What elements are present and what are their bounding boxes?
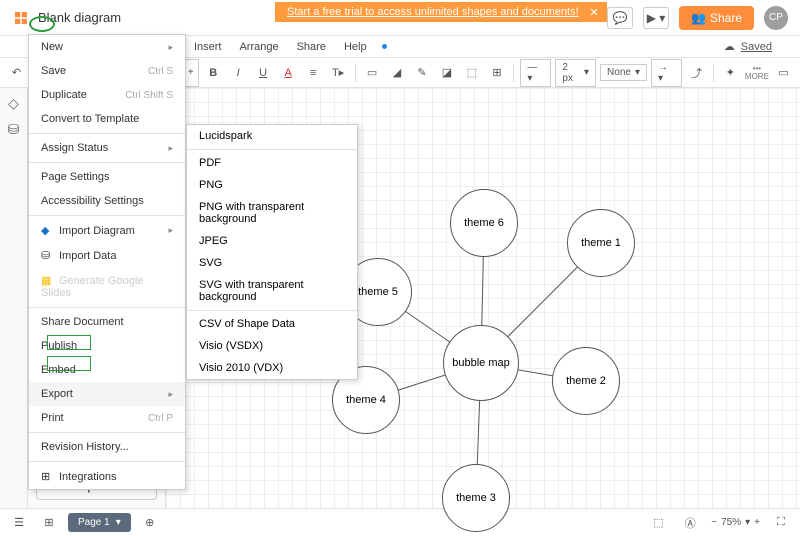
ex-lucidspark[interactable]: Lucidspark (187, 125, 357, 147)
cloud-icon: ☁ (724, 40, 735, 53)
underline-icon[interactable]: U (253, 62, 274, 84)
fm-page-settings[interactable]: Page Settings (29, 165, 185, 189)
shapes-rail-icon[interactable]: ◇ (5, 94, 23, 112)
ex-pdf[interactable]: PDF (187, 152, 357, 174)
bubble-theme-3[interactable]: theme 3 (442, 464, 510, 532)
present-icon[interactable]: ▶ ▾ (643, 7, 669, 29)
export-submenu: Lucidspark PDF PNG PNG with transparent … (186, 124, 358, 380)
avatar[interactable]: CP (764, 6, 788, 30)
document-title: Blank diagram (38, 10, 121, 25)
magic-icon[interactable]: ✦ (720, 62, 741, 84)
ex-vsdx[interactable]: Visio (VSDX) (187, 335, 357, 357)
layers-icon[interactable]: ⬚ (647, 512, 669, 534)
zoom-in-icon[interactable]: + (754, 517, 760, 528)
page-tab[interactable]: Page 1 ▾ (68, 513, 131, 532)
share-button[interactable]: 👥 Share (679, 6, 754, 30)
list-view-icon[interactable]: ☰ (8, 512, 30, 534)
ex-png[interactable]: PNG (187, 174, 357, 196)
close-icon[interactable]: ✕ (589, 6, 598, 19)
grid-view-icon[interactable]: ⊞ (38, 512, 60, 534)
border-color-icon[interactable]: ✎ (412, 62, 433, 84)
fm-revision[interactable]: Revision History... (29, 435, 185, 459)
fm-export[interactable]: Export▸ (29, 382, 185, 406)
fill-color-icon[interactable]: ◢ (387, 62, 408, 84)
bold-icon[interactable]: B (203, 62, 224, 84)
add-page-icon[interactable]: ⊕ (139, 512, 161, 534)
ex-svg-trans[interactable]: SVG with transparent background (187, 274, 357, 308)
line-weight[interactable]: 2 px ▾ (555, 59, 596, 87)
fm-import-data[interactable]: ⛁Import Data (29, 243, 185, 268)
fm-convert[interactable]: Convert to Template (29, 107, 185, 131)
text-color-icon[interactable]: A (278, 62, 299, 84)
fm-gen-slides: ▦Generate Google Slides (29, 268, 185, 305)
a11y-icon[interactable]: Ⓐ (679, 512, 701, 534)
ex-png-trans[interactable]: PNG with transparent background (187, 196, 357, 230)
text-options-icon[interactable]: T▸ (328, 62, 349, 84)
fm-import-diagram[interactable]: ◆Import Diagram▸ (29, 218, 185, 243)
zoom-out-icon[interactable]: − (711, 517, 717, 528)
fm-share-doc[interactable]: Share Document (29, 310, 185, 334)
bubble-theme-1[interactable]: theme 1 (567, 209, 635, 277)
menu-share[interactable]: Share (294, 39, 329, 55)
fullscreen-icon[interactable]: ⛶ (770, 512, 792, 534)
italic-icon[interactable]: I (228, 62, 249, 84)
ex-vdx[interactable]: Visio 2010 (VDX) (187, 357, 357, 379)
arrow-start[interactable]: None ▾ (600, 64, 647, 81)
ex-jpeg[interactable]: JPEG (187, 230, 357, 252)
fm-a11y[interactable]: Accessibility Settings (29, 189, 185, 213)
ex-svg[interactable]: SVG (187, 252, 357, 274)
align-icon[interactable]: ≡ (303, 62, 324, 84)
data-rail-icon[interactable]: ⛁ (5, 120, 23, 138)
saved-status[interactable]: Saved (741, 41, 772, 53)
promo-banner[interactable]: Start a free trial to access unlimited s… (275, 2, 607, 22)
shape-options-icon[interactable]: ⬚ (461, 62, 482, 84)
menu-arrange[interactable]: Arrange (236, 39, 281, 55)
line-type-icon[interactable]: ⤴ (686, 62, 707, 84)
bubble-theme-2[interactable]: theme 2 (552, 347, 620, 415)
fm-save[interactable]: SaveCtrl S (29, 59, 185, 83)
ex-csv[interactable]: CSV of Shape Data (187, 313, 357, 335)
fm-assign[interactable]: Assign Status▸ (29, 136, 185, 160)
fill-icon[interactable]: ▭ (362, 62, 383, 84)
menu-help[interactable]: Help (341, 39, 370, 55)
status-dot (382, 44, 387, 49)
undo-icon[interactable]: ↶ (6, 62, 27, 84)
bubble-bubble-map[interactable]: bubble map (443, 325, 519, 401)
menu-insert[interactable]: Insert (191, 39, 225, 55)
fm-integrations[interactable]: ⊞Integrations (29, 464, 185, 489)
fm-duplicate[interactable]: DuplicateCtrl Shift S (29, 83, 185, 107)
fm-publish[interactable]: Publish (29, 334, 185, 358)
fm-embed[interactable]: Embed (29, 358, 185, 382)
toggle-panel-icon[interactable]: ▭ (773, 62, 794, 84)
shadow-icon[interactable]: ◪ (436, 62, 457, 84)
zoom-control[interactable]: − 75% ▾ + (711, 517, 760, 528)
line-pattern[interactable]: — ▾ (520, 59, 551, 87)
fm-new[interactable]: New▸ (29, 35, 185, 59)
app-logo (12, 9, 30, 27)
bubble-theme-6[interactable]: theme 6 (450, 189, 518, 257)
comment-icon[interactable]: 💬 (607, 7, 633, 29)
more-button[interactable]: •••MORE (745, 65, 769, 81)
file-dropdown: New▸ SaveCtrl S DuplicateCtrl Shift S Co… (28, 34, 186, 490)
arrow-end[interactable]: → ▾ (651, 59, 682, 87)
fm-print[interactable]: PrintCtrl P (29, 406, 185, 430)
lock-icon[interactable]: ⊞ (486, 62, 507, 84)
